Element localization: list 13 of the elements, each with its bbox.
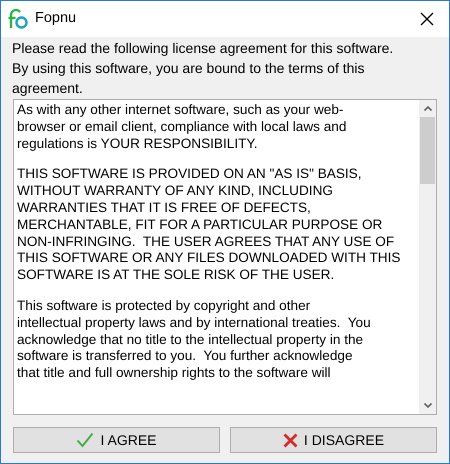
app-logo-icon xyxy=(7,8,29,30)
window-title: Fopnu xyxy=(35,9,78,28)
scrollbar[interactable] xyxy=(419,100,436,414)
agree-button[interactable]: I AGREE xyxy=(13,427,220,453)
license-paragraph: THIS SOFTWARE IS PROVIDED ON AN "AS IS" BASIS, WITHOUT WARRANTY OF ANY KIND, INCLUDING WARRANTIES THAT IT IS FREE OF DEFECTS, MERCHANTABLE, FIT FOR A PARTICULAR PURPOSE OR NON-INFRINGING. THE USER AGREES THAT ANY USE OF THIS SOFTWARE OR ANY FILES DOWNLOADED WITH THIS SOFTWARE IS AT THE SOLE RISK OF THE USER. xyxy=(17,166,402,284)
intro-text: Please read the following license agreement for this software. By using this software, you are bound to the terms of this agreement. xyxy=(11,39,394,98)
disagree-button[interactable]: I DISAGREE xyxy=(230,427,437,453)
close-icon xyxy=(420,12,434,26)
license-paragraph: As with any other internet software, such as your web- browser or email client, compliance with local laws and regulations is YOUR RESPONSIBILITY. xyxy=(17,102,348,152)
cross-icon xyxy=(282,432,298,448)
license-paragraph: This software is protected by copyright and other intellectual property laws and by international treaties. You acknowledge that no title to the intellectual property in the software is transferred to you. You further acknowledge that title and full ownership rights to the software will xyxy=(17,298,372,382)
check-icon xyxy=(76,432,94,448)
scroll-thumb[interactable] xyxy=(420,117,435,184)
